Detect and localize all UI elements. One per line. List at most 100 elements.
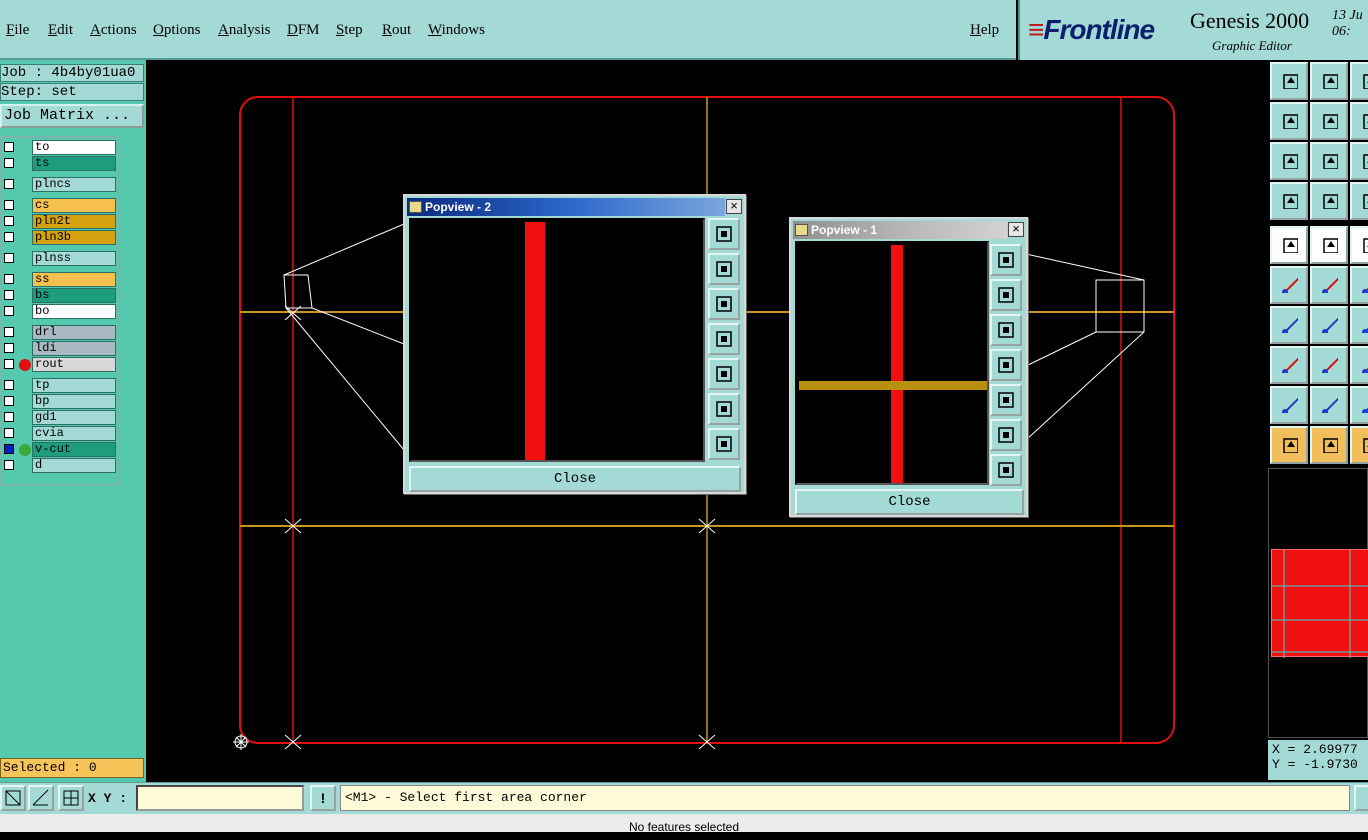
layer-row-ss[interactable]: ss: [2, 272, 120, 287]
layer-row-pln3b[interactable]: pln3b: [2, 230, 120, 245]
layer-name[interactable]: cvia: [32, 426, 116, 441]
popview-tool-button[interactable]: [708, 288, 740, 320]
layer-row-bs[interactable]: bs: [2, 288, 120, 303]
layer-row-tp[interactable]: tp: [2, 378, 120, 393]
popview-1-close-button[interactable]: Close: [795, 489, 1024, 515]
snap-mode-button[interactable]: [0, 785, 26, 811]
popview-1-close-icon[interactable]: ×: [1008, 222, 1024, 237]
toolbar-button[interactable]: [1350, 102, 1368, 140]
layer-name[interactable]: bs: [32, 288, 116, 303]
toolbar-button[interactable]: [1310, 386, 1348, 424]
layer-row-cs[interactable]: cs: [2, 198, 120, 213]
layer-name[interactable]: plncs: [32, 177, 116, 192]
toolbar-button[interactable]: [1310, 182, 1348, 220]
toolbar-button[interactable]: [1350, 426, 1368, 464]
toolbar-button[interactable]: [1350, 386, 1368, 424]
layer-name[interactable]: rout: [32, 357, 116, 372]
toolbar-button[interactable]: [1270, 142, 1308, 180]
popview-tool-button[interactable]: [990, 454, 1022, 486]
popview-1-canvas[interactable]: [795, 241, 989, 485]
layer-checkbox[interactable]: [4, 232, 14, 242]
toolbar-button[interactable]: [1350, 142, 1368, 180]
toolbar-button[interactable]: [1270, 346, 1308, 384]
overview-map[interactable]: [1268, 468, 1368, 738]
popview-tool-button[interactable]: [990, 419, 1022, 451]
popview-2-titlebar[interactable]: Popview - 2: [407, 198, 725, 216]
job-matrix-button[interactable]: Job Matrix ...: [0, 104, 144, 128]
menu-rout[interactable]: Rout: [382, 22, 411, 39]
popview-tool-button[interactable]: [708, 218, 740, 250]
layer-name[interactable]: cs: [32, 198, 116, 213]
layer-name[interactable]: plnss: [32, 251, 116, 266]
layer-checkbox[interactable]: [4, 142, 14, 152]
layer-checkbox[interactable]: [4, 274, 14, 284]
menu-file[interactable]: File: [6, 22, 29, 39]
menu-help[interactable]: Help: [970, 22, 999, 39]
popview-tool-button[interactable]: [708, 253, 740, 285]
layer-checkbox[interactable]: [4, 428, 14, 438]
popview-1-titlebar[interactable]: Popview - 1: [793, 221, 1007, 239]
popview-tool-button[interactable]: [708, 323, 740, 355]
layer-checkbox[interactable]: [4, 343, 14, 353]
layer-checkbox[interactable]: [4, 290, 14, 300]
popview-tool-button[interactable]: [708, 393, 740, 425]
layer-checkbox[interactable]: [4, 396, 14, 406]
measure-button[interactable]: [28, 785, 54, 811]
toolbar-button[interactable]: [1270, 386, 1308, 424]
popview-tool-button[interactable]: [990, 314, 1022, 346]
layer-name[interactable]: bo: [32, 304, 116, 319]
layer-checkbox[interactable]: [4, 179, 14, 189]
layer-checkbox[interactable]: [4, 327, 14, 337]
toolbar-button[interactable]: [1270, 226, 1308, 264]
layer-name[interactable]: to: [32, 140, 116, 155]
toolbar-button[interactable]: [1310, 226, 1348, 264]
layer-name[interactable]: pln2t: [32, 214, 116, 229]
layer-checkbox[interactable]: [4, 412, 14, 422]
menu-edit[interactable]: Edit: [48, 22, 73, 39]
toolbar-button[interactable]: [1310, 62, 1348, 100]
layer-name[interactable]: bp: [32, 394, 116, 409]
toolbar-button[interactable]: [1350, 266, 1368, 304]
layer-name[interactable]: pln3b: [32, 230, 116, 245]
toolbar-button[interactable]: [1310, 142, 1348, 180]
toolbar-button[interactable]: [1350, 306, 1368, 344]
toolbar-button[interactable]: [1270, 426, 1308, 464]
popview-tool-button[interactable]: [990, 384, 1022, 416]
menu-actions[interactable]: Actions: [90, 22, 137, 39]
toolbar-button[interactable]: [1310, 346, 1348, 384]
layer-name[interactable]: v-cut: [32, 442, 116, 457]
toolbar-button[interactable]: [1310, 102, 1348, 140]
toolbar-button[interactable]: [1270, 266, 1308, 304]
layer-checkbox[interactable]: [4, 444, 14, 454]
layer-row-d[interactable]: d: [2, 458, 120, 473]
layer-row-drl[interactable]: drl: [2, 325, 120, 340]
layer-name[interactable]: ts: [32, 156, 116, 171]
layer-checkbox[interactable]: [4, 306, 14, 316]
layer-name[interactable]: gd1: [32, 410, 116, 425]
bottom-right-button[interactable]: [1354, 785, 1368, 811]
menu-analysis[interactable]: Analysis: [218, 22, 271, 39]
layer-row-pln2t[interactable]: pln2t: [2, 214, 120, 229]
layer-row-ldi[interactable]: ldi: [2, 341, 120, 356]
popview-2-close-icon[interactable]: ×: [726, 199, 742, 214]
layer-checkbox[interactable]: [4, 253, 14, 263]
layer-checkbox[interactable]: [4, 359, 14, 369]
popview-2-canvas[interactable]: [409, 218, 705, 462]
toolbar-button[interactable]: [1350, 182, 1368, 220]
layer-checkbox[interactable]: [4, 200, 14, 210]
menu-dfm[interactable]: DFM: [287, 22, 320, 39]
toolbar-button[interactable]: [1270, 182, 1308, 220]
toolbar-button[interactable]: [1270, 102, 1308, 140]
layer-row-bp[interactable]: bp: [2, 394, 120, 409]
layer-row-plnss[interactable]: plnss: [2, 251, 120, 266]
popview-tool-button[interactable]: [990, 279, 1022, 311]
menu-windows[interactable]: Windows: [428, 22, 485, 39]
layer-row-rout[interactable]: rout: [2, 357, 120, 372]
toolbar-button[interactable]: [1350, 346, 1368, 384]
layer-checkbox[interactable]: [4, 158, 14, 168]
popview-tool-button[interactable]: [990, 349, 1022, 381]
toolbar-button[interactable]: [1310, 426, 1348, 464]
menu-step[interactable]: Step: [336, 22, 363, 39]
layer-row-bo[interactable]: bo: [2, 304, 120, 319]
layer-checkbox[interactable]: [4, 460, 14, 470]
